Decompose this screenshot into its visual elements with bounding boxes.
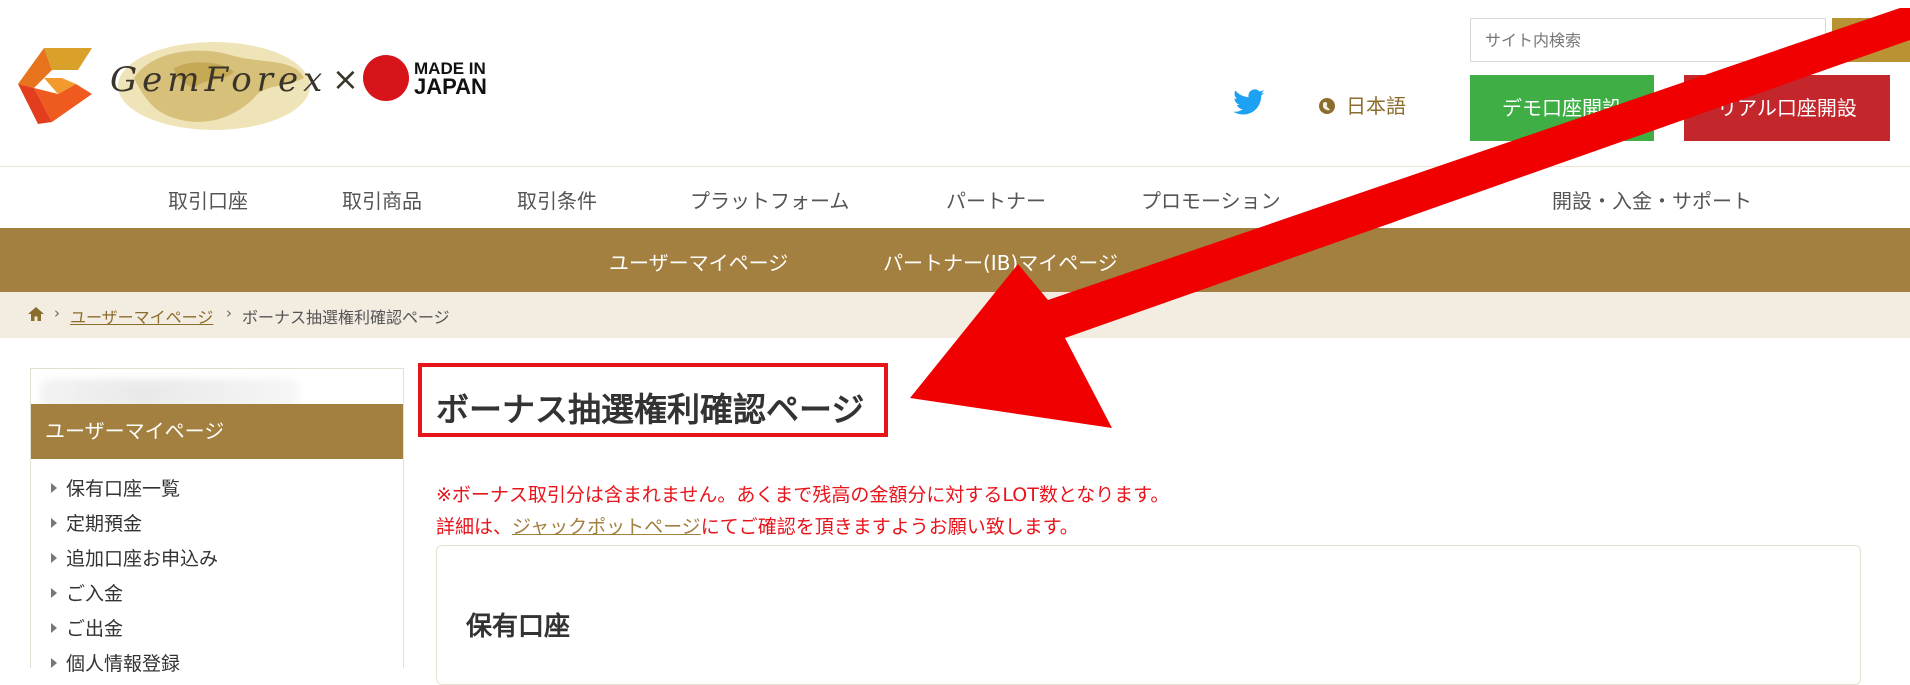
nav-item-conditions[interactable]: 取引条件 (517, 185, 597, 214)
sidebar-heading: ユーザーマイページ (31, 404, 403, 459)
jackpot-page-link[interactable]: ジャックポットページ (512, 516, 701, 538)
breadcrumb-current: ボーナス抽選権利確認ページ (242, 308, 450, 327)
language-label: 日本語 (1346, 94, 1406, 118)
page-title: ボーナス抽選権利確認ページ (436, 390, 865, 429)
notice-suffix: にてご確認を頂きますようお願い致します。 (700, 516, 1079, 538)
sidebar-item-profile[interactable]: 個人情報登録 (51, 649, 180, 676)
globe-icon (1319, 98, 1335, 114)
triangle-bullet-icon (51, 588, 57, 598)
sidebar-item-add-account[interactable]: 追加口座お申込み (51, 544, 218, 571)
breadcrumb-link-mypage[interactable]: ユーザーマイページ (70, 304, 213, 328)
notice-line-1: ※ボーナス取引分は含まれません。あくまで残高の金額分に対するLOT数となります。 (436, 484, 1170, 506)
demo-account-button[interactable]: デモ口座開設 (1470, 75, 1654, 141)
triangle-bullet-icon (51, 658, 57, 668)
accounts-card (436, 545, 1861, 685)
sidebar-item-label: 定期預金 (66, 513, 143, 535)
sidebar-item-label: ご出金 (66, 618, 124, 640)
real-account-button[interactable]: リアル口座開設 (1684, 75, 1890, 141)
sidebar-item-deposit-term[interactable]: 定期預金 (51, 509, 142, 536)
japan-flag-circle (363, 55, 409, 101)
sidebar-item-accounts[interactable]: 保有口座一覧 (51, 474, 180, 501)
language-selector[interactable]: 日本語 (1318, 90, 1406, 120)
main-nav: 取引口座 取引商品 取引条件 プラットフォーム パートナー プロモーション 開設… (0, 166, 1910, 228)
made-in-japan-label: MADE IN JAPAN (414, 60, 487, 99)
sidebar-item-label: 保有口座一覧 (66, 478, 181, 500)
triangle-bullet-icon (51, 483, 57, 493)
subnav-item-partner-mypage[interactable]: パートナー(IB)マイページ (883, 247, 1118, 276)
site-search-input[interactable] (1470, 18, 1826, 62)
japan-text: JAPAN (414, 74, 487, 99)
sub-nav: ユーザーマイページ パートナー(IB)マイページ (0, 228, 1910, 292)
breadcrumb: › ユーザーマイページ › ボーナス抽選権利確認ページ (0, 292, 1910, 338)
card-title: 保有口座 (466, 612, 571, 642)
triangle-bullet-icon (51, 518, 57, 528)
triangle-bullet-icon (51, 553, 57, 563)
nav-item-support[interactable]: 開設・入金・サポート (1552, 185, 1752, 214)
logo-times-sign: × (332, 60, 359, 98)
blurred-user-name (39, 379, 299, 407)
sidebar: ユーザーマイページ 保有口座一覧 定期預金 追加口座お申込み ご入金 ご出金 個… (30, 368, 404, 675)
nav-item-platform[interactable]: プラットフォーム (690, 185, 849, 214)
site-header: GemForex × MADE IN JAPAN 日本語 デモ口座開設 リアル口… (0, 0, 1910, 166)
triangle-bullet-icon (51, 623, 57, 633)
gemforex-logo[interactable]: GemForex × MADE IN JAPAN (14, 38, 487, 138)
sidebar-item-withdraw[interactable]: ご出金 (51, 614, 123, 641)
breadcrumb-separator: › (226, 304, 232, 322)
sidebar-item-label: 個人情報登録 (66, 653, 181, 675)
nav-item-partner[interactable]: パートナー (946, 185, 1046, 214)
nav-item-products[interactable]: 取引商品 (342, 185, 422, 214)
twitter-icon[interactable] (1232, 86, 1266, 120)
notice-prefix: 詳細は、 (436, 516, 513, 538)
subnav-item-user-mypage[interactable]: ユーザーマイページ (609, 247, 788, 276)
notice-line-2: 詳細は、ジャックポットページにてご確認を頂きますようお願い致します。 (436, 512, 1079, 539)
sidebar-item-label: ご入金 (66, 583, 124, 605)
sidebar-item-label: 追加口座お申込み (66, 548, 219, 570)
logo-text: GemForex (110, 60, 328, 100)
nav-item-accounts[interactable]: 取引口座 (168, 185, 248, 214)
breadcrumb-separator: › (54, 304, 60, 322)
nav-item-promotion[interactable]: プロモーション (1141, 185, 1281, 214)
logo-mark-icon (18, 48, 92, 124)
sidebar-item-deposit[interactable]: ご入金 (51, 579, 123, 606)
home-icon[interactable] (28, 307, 44, 321)
search-button[interactable] (1832, 18, 1910, 62)
